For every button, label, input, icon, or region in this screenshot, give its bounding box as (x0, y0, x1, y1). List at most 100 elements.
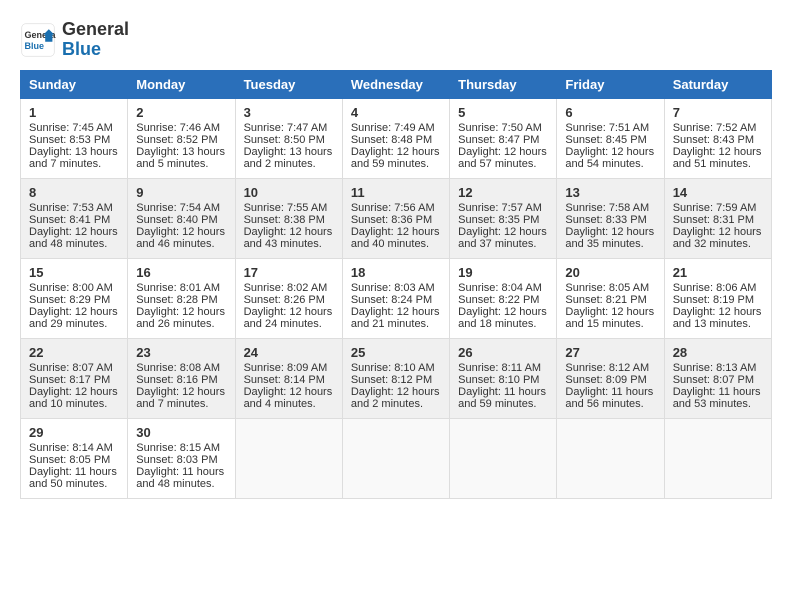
day-info: Sunset: 8:24 PM (351, 294, 441, 306)
day-info: Daylight: 12 hours (29, 226, 119, 238)
day-info: and 4 minutes. (244, 398, 334, 410)
day-info: Sunrise: 7:55 AM (244, 202, 334, 214)
day-number: 17 (244, 265, 334, 280)
day-info: Sunrise: 8:00 AM (29, 282, 119, 294)
day-number: 18 (351, 265, 441, 280)
day-info: Daylight: 13 hours (29, 146, 119, 158)
day-info: Daylight: 12 hours (673, 226, 763, 238)
day-number: 23 (136, 345, 226, 360)
day-info: Sunset: 8:35 PM (458, 214, 548, 226)
day-info: and 2 minutes. (244, 158, 334, 170)
day-number: 26 (458, 345, 548, 360)
day-info: Sunset: 8:03 PM (136, 454, 226, 466)
calendar-cell: 9 Sunrise: 7:54 AMSunset: 8:40 PMDaylight… (128, 178, 235, 258)
day-info: Daylight: 12 hours (565, 226, 655, 238)
day-number: 6 (565, 105, 655, 120)
day-info: Sunset: 8:07 PM (673, 374, 763, 386)
day-info: Daylight: 12 hours (458, 306, 548, 318)
calendar-cell: 11Sunrise: 7:56 AMSunset: 8:36 PMDayligh… (342, 178, 449, 258)
day-info: Daylight: 12 hours (244, 306, 334, 318)
day-info: Sunset: 8:40 PM (136, 214, 226, 226)
day-info: Sunrise: 8:10 AM (351, 362, 441, 374)
calendar-cell: 2Sunrise: 7:46 AMSunset: 8:52 PMDaylight… (128, 98, 235, 178)
day-number: 25 (351, 345, 441, 360)
calendar-cell: 27Sunrise: 8:12 AMSunset: 8:09 PMDayligh… (557, 338, 664, 418)
day-info: Sunrise: 7:59 AM (673, 202, 763, 214)
day-info: Sunset: 8:41 PM (29, 214, 119, 226)
day-number: 9 (136, 185, 226, 200)
day-number: 12 (458, 185, 548, 200)
day-info: Sunset: 8:48 PM (351, 134, 441, 146)
day-number: 14 (673, 185, 763, 200)
day-info: and 32 minutes. (673, 238, 763, 250)
day-info: Sunrise: 7:45 AM (29, 122, 119, 134)
day-info: Sunrise: 8:02 AM (244, 282, 334, 294)
day-number: 8 (29, 185, 119, 200)
calendar-cell: 29Sunrise: 8:14 AMSunset: 8:05 PMDayligh… (21, 418, 128, 498)
day-number: 24 (244, 345, 334, 360)
calendar-cell (342, 418, 449, 498)
day-info: Daylight: 12 hours (565, 146, 655, 158)
calendar-cell: 18Sunrise: 8:03 AMSunset: 8:24 PMDayligh… (342, 258, 449, 338)
day-info: and 21 minutes. (351, 318, 441, 330)
day-info: Daylight: 13 hours (136, 146, 226, 158)
day-number: 2 (136, 105, 226, 120)
day-info: and 18 minutes. (458, 318, 548, 330)
day-info: Sunset: 8:16 PM (136, 374, 226, 386)
day-info: and 24 minutes. (244, 318, 334, 330)
day-info: Daylight: 11 hours (673, 386, 763, 398)
weekday-header-monday: Monday (128, 70, 235, 98)
day-info: and 43 minutes. (244, 238, 334, 250)
calendar-cell: 3Sunrise: 7:47 AMSunset: 8:50 PMDaylight… (235, 98, 342, 178)
day-info: Daylight: 11 hours (565, 386, 655, 398)
day-number: 7 (673, 105, 763, 120)
calendar-body: 1Sunrise: 7:45 AMSunset: 8:53 PMDaylight… (21, 98, 772, 498)
day-info: and 59 minutes. (458, 398, 548, 410)
day-info: Daylight: 12 hours (458, 146, 548, 158)
day-number: 19 (458, 265, 548, 280)
day-info: Sunset: 8:31 PM (673, 214, 763, 226)
calendar-cell (664, 418, 771, 498)
day-info: and 46 minutes. (136, 238, 226, 250)
calendar-cell: 5Sunrise: 7:50 AMSunset: 8:47 PMDaylight… (450, 98, 557, 178)
day-info: and 2 minutes. (351, 398, 441, 410)
day-info: and 7 minutes. (136, 398, 226, 410)
day-info: and 48 minutes. (136, 478, 226, 490)
day-info: and 54 minutes. (565, 158, 655, 170)
day-info: Sunrise: 8:15 AM (136, 442, 226, 454)
day-number: 22 (29, 345, 119, 360)
day-info: Sunrise: 8:06 AM (673, 282, 763, 294)
calendar-week-4: 22Sunrise: 8:07 AMSunset: 8:17 PMDayligh… (21, 338, 772, 418)
weekday-header-sunday: Sunday (21, 70, 128, 98)
day-info: Sunset: 8:52 PM (136, 134, 226, 146)
calendar-cell: 13Sunrise: 7:58 AMSunset: 8:33 PMDayligh… (557, 178, 664, 258)
calendar-cell: 14 Sunrise: 7:59 AMSunset: 8:31 PMDayligh… (664, 178, 771, 258)
day-info: Sunrise: 7:49 AM (351, 122, 441, 134)
day-info: Sunrise: 7:56 AM (351, 202, 441, 214)
day-info: and 7 minutes. (29, 158, 119, 170)
day-info: Daylight: 12 hours (351, 226, 441, 238)
day-info: Daylight: 12 hours (136, 306, 226, 318)
calendar-cell: 24Sunrise: 8:09 AMSunset: 8:14 PMDayligh… (235, 338, 342, 418)
day-info: and 26 minutes. (136, 318, 226, 330)
day-info: Daylight: 12 hours (458, 226, 548, 238)
day-number: 27 (565, 345, 655, 360)
day-info: Sunset: 8:26 PM (244, 294, 334, 306)
calendar-cell: 12Sunrise: 7:57 AMSunset: 8:35 PMDayligh… (450, 178, 557, 258)
day-info: Daylight: 12 hours (136, 226, 226, 238)
day-info: Sunset: 8:29 PM (29, 294, 119, 306)
day-info: and 51 minutes. (673, 158, 763, 170)
calendar-cell: 30Sunrise: 8:15 AMSunset: 8:03 PMDayligh… (128, 418, 235, 498)
calendar-cell: 23Sunrise: 8:08 AMSunset: 8:16 PMDayligh… (128, 338, 235, 418)
day-info: and 50 minutes. (29, 478, 119, 490)
day-info: Sunset: 8:47 PM (458, 134, 548, 146)
day-info: Sunset: 8:10 PM (458, 374, 548, 386)
day-info: and 57 minutes. (458, 158, 548, 170)
day-info: Daylight: 11 hours (29, 466, 119, 478)
calendar-cell: 1Sunrise: 7:45 AMSunset: 8:53 PMDaylight… (21, 98, 128, 178)
calendar-cell: 16Sunrise: 8:01 AMSunset: 8:28 PMDayligh… (128, 258, 235, 338)
logo-icon: General Blue (20, 22, 56, 58)
day-number: 11 (351, 185, 441, 200)
day-info: Sunrise: 7:54 AM (136, 202, 226, 214)
day-info: Sunset: 8:43 PM (673, 134, 763, 146)
